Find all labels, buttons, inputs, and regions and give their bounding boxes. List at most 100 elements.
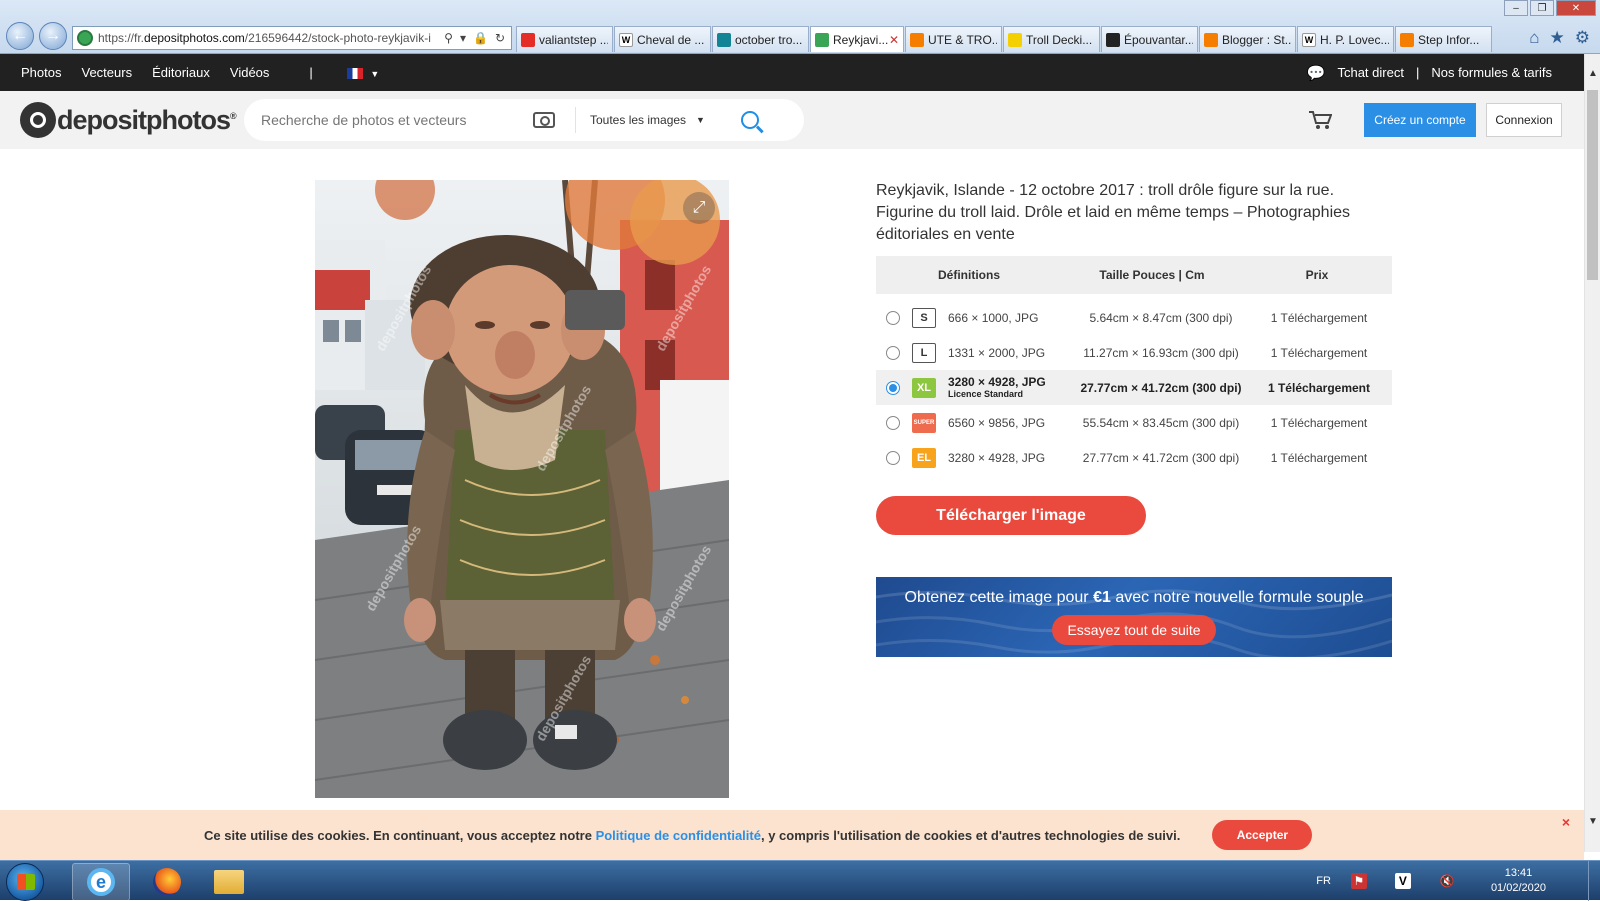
app-tray-icon[interactable]: V bbox=[1394, 873, 1411, 889]
size-badge: S bbox=[912, 307, 936, 328]
search-submit-icon[interactable] bbox=[741, 111, 759, 129]
system-tray: FR ⚑ V 🔇 13:41 01/02/2020 bbox=[1316, 861, 1600, 901]
troll-face-icon bbox=[1008, 32, 1022, 47]
price-cell: 1 Téléchargement bbox=[1270, 415, 1368, 430]
promo-text: Obtenez cette image pour €1 avec notre n… bbox=[904, 589, 1364, 606]
depositphotos-logo[interactable]: depositphotos® bbox=[20, 102, 237, 138]
settings-gear-icon[interactable]: ⚙ bbox=[1575, 28, 1590, 48]
vertical-scrollbar[interactable]: ▲ ▼ bbox=[1584, 54, 1600, 852]
chat-icon[interactable]: 💬 bbox=[1307, 64, 1326, 82]
logo-text: depositphotos® bbox=[57, 104, 237, 135]
imdb-icon bbox=[1106, 32, 1120, 47]
privacy-policy-link[interactable]: Politique de confidentialité bbox=[596, 828, 761, 843]
home-icon[interactable]: ⌂ bbox=[1529, 28, 1539, 48]
size-table: Définitions Taille Pouces | Cm Prix S 666… bbox=[876, 256, 1392, 475]
browser-tab[interactable]: october tro... bbox=[712, 26, 809, 52]
search-icon[interactable]: ⚲ bbox=[444, 31, 453, 45]
size-radio[interactable] bbox=[886, 380, 900, 395]
col-size[interactable]: Taille Pouces | Cm bbox=[1062, 268, 1242, 282]
dropdown-icon[interactable]: ▾ bbox=[460, 31, 466, 45]
browser-tab[interactable]: Troll Decki... bbox=[1003, 26, 1100, 52]
cart-icon[interactable] bbox=[1308, 110, 1333, 130]
nav-photos[interactable]: Photos bbox=[21, 65, 61, 80]
browser-tab[interactable]: UTE & TRO... bbox=[905, 26, 1002, 52]
scroll-down-icon[interactable]: ▼ bbox=[1585, 816, 1600, 832]
language-selector[interactable]: ▼ bbox=[346, 65, 379, 80]
tab-title: Troll Decki... bbox=[1026, 32, 1093, 47]
size-option-row[interactable]: SUPER 6560 × 9856, JPG 55.54cm × 83.45cm (… bbox=[876, 405, 1392, 440]
search-bar: Toutes les images ▼ bbox=[244, 99, 804, 141]
scroll-thumb[interactable] bbox=[1587, 90, 1598, 280]
browser-tab[interactable]: Épouvantar... bbox=[1101, 26, 1198, 52]
download-image-button[interactable]: Télécharger l'image bbox=[876, 496, 1146, 535]
resolution-cell: 3280 × 4928, JPG Licence Standard bbox=[948, 376, 1076, 400]
tab-title: H. P. Lovec... bbox=[1320, 32, 1389, 47]
close-tab-icon[interactable]: ✕ bbox=[889, 33, 899, 47]
clock[interactable]: 13:41 01/02/2020 bbox=[1491, 866, 1546, 896]
browser-tab[interactable]: valiantstep ... bbox=[516, 26, 613, 52]
minimize-icon[interactable]: – bbox=[1504, 0, 1528, 16]
size-option-row[interactable]: S 666 × 1000, JPG 5.64cm × 8.47cm (300 dpi… bbox=[876, 300, 1392, 335]
browser-tab[interactable]: W Cheval de ... bbox=[614, 26, 711, 52]
live-chat-link[interactable]: Tchat direct bbox=[1337, 65, 1403, 80]
browser-tab[interactable]: Blogger : St... bbox=[1199, 26, 1296, 52]
create-account-button[interactable]: Créez un compte bbox=[1364, 103, 1476, 137]
tab-title: october tro... bbox=[735, 32, 803, 47]
lock-icon[interactable]: 🔒 bbox=[473, 31, 488, 45]
close-cookie-icon[interactable]: × bbox=[1562, 814, 1570, 830]
language-indicator[interactable]: FR bbox=[1316, 875, 1331, 887]
nav-vectors[interactable]: Vecteurs bbox=[81, 65, 132, 80]
start-button[interactable] bbox=[6, 863, 44, 901]
site-topbar: Photos Vecteurs Éditoriaux Vidéos | ▼ 💬 … bbox=[0, 54, 1584, 91]
topbar-divider: | bbox=[1415, 65, 1420, 80]
search-input[interactable] bbox=[261, 105, 521, 135]
size-option-row[interactable]: XL 3280 × 4928, JPG Licence Standard 27.77c… bbox=[876, 370, 1392, 405]
volume-muted-icon[interactable]: 🔇 bbox=[1439, 873, 1455, 889]
try-now-button[interactable]: Essayez tout de suite bbox=[1052, 615, 1216, 645]
nav-editorial[interactable]: Éditoriaux bbox=[152, 65, 210, 80]
forward-button[interactable]: → bbox=[39, 22, 67, 50]
login-button[interactable]: Connexion bbox=[1486, 103, 1562, 137]
browser-tab[interactable]: W H. P. Lovec... bbox=[1297, 26, 1394, 52]
depositphotos-icon bbox=[815, 32, 829, 47]
size-radio[interactable] bbox=[886, 345, 900, 360]
image-type-label: Toutes les images bbox=[590, 113, 687, 127]
image-type-select[interactable]: Toutes les images ▼ bbox=[575, 107, 723, 133]
size-radio[interactable] bbox=[886, 310, 900, 325]
pricing-link[interactable]: Nos formules & tarifs bbox=[1431, 65, 1552, 80]
scroll-up-icon[interactable]: ▲ bbox=[1585, 68, 1600, 84]
browser-tab[interactable]: Step Infor... bbox=[1395, 26, 1492, 52]
size-option-row[interactable]: L 1331 × 2000, JPG 11.27cm × 16.93cm (300 … bbox=[876, 335, 1392, 370]
restore-icon[interactable]: ❐ bbox=[1530, 0, 1554, 16]
print-size-cell: 27.77cm × 41.72cm (300 dpi) bbox=[1082, 450, 1240, 465]
tab-title: UTE & TRO... bbox=[928, 32, 997, 47]
back-button[interactable]: ← bbox=[6, 22, 34, 50]
size-option-row[interactable]: EL 3280 × 4928, JPG 27.77cm × 41.72cm (300… bbox=[876, 440, 1392, 475]
expand-icon[interactable]: ⤢ bbox=[683, 192, 715, 224]
accept-cookies-button[interactable]: Accepter bbox=[1212, 820, 1313, 850]
taskbar-internet-explorer[interactable]: e bbox=[72, 863, 130, 901]
tab-title: valiantstep ... bbox=[539, 32, 608, 47]
size-badge: XL bbox=[912, 377, 936, 398]
resolution-cell: 6560 × 9856, JPG bbox=[948, 415, 1046, 430]
taskbar-firefox[interactable] bbox=[138, 863, 196, 901]
size-radio[interactable] bbox=[886, 450, 900, 465]
refresh-icon[interactable]: ↻ bbox=[495, 31, 505, 45]
browser-tab[interactable]: Reykjavi... ✕ bbox=[810, 26, 904, 52]
address-bar[interactable]: https://fr.depositphotos.com/216596442/s… bbox=[72, 26, 512, 50]
favorites-star-icon[interactable]: ★ bbox=[1550, 28, 1565, 48]
taskbar-explorer[interactable] bbox=[200, 863, 258, 901]
close-icon[interactable]: ✕ bbox=[1556, 0, 1596, 16]
camera-search-icon[interactable] bbox=[533, 112, 555, 128]
print-size-cell: 27.77cm × 41.72cm (300 dpi) bbox=[1080, 380, 1242, 395]
caret-down-icon: ▼ bbox=[696, 115, 705, 125]
troll-photo[interactable]: depositphotos depositphotos depositphoto… bbox=[315, 180, 729, 798]
size-radio[interactable] bbox=[886, 415, 900, 430]
wikipedia-icon: W bbox=[619, 32, 633, 47]
print-size-cell: 11.27cm × 16.93cm (300 dpi) bbox=[1083, 345, 1239, 360]
window-controls: – ❐ ✕ bbox=[1504, 0, 1596, 16]
show-desktop-button[interactable] bbox=[1588, 861, 1600, 901]
nav-videos[interactable]: Vidéos bbox=[230, 65, 270, 80]
action-center-icon[interactable]: ⚑ bbox=[1350, 873, 1367, 889]
blogger-icon bbox=[1204, 32, 1218, 47]
